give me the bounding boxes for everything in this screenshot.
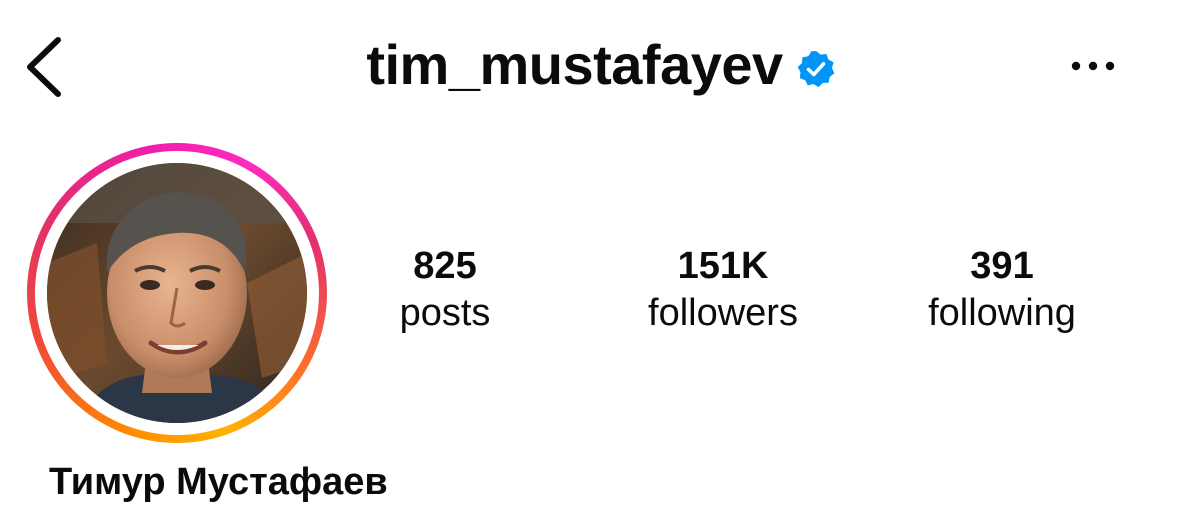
- username-title[interactable]: tim_mustafayev: [366, 37, 834, 99]
- following-stat[interactable]: 391 following: [882, 244, 1122, 338]
- chevron-left-icon: [27, 37, 61, 97]
- profile-full-name: Тимур Мустафаев: [49, 461, 388, 503]
- more-horizontal-icon: [1071, 61, 1115, 71]
- verified-badge-icon: [797, 50, 835, 88]
- back-button[interactable]: [22, 34, 68, 100]
- following-count: 391: [970, 245, 1034, 287]
- followers-label: followers: [648, 292, 798, 334]
- username: tim_mustafayev: [366, 33, 783, 96]
- followers-stat[interactable]: 151K followers: [603, 244, 843, 338]
- followers-count: 151K: [677, 245, 769, 287]
- avatar: [47, 163, 307, 423]
- posts-count: 825: [413, 245, 477, 287]
- following-label: following: [928, 292, 1076, 334]
- more-options-button[interactable]: [1068, 52, 1124, 80]
- posts-label: posts: [399, 292, 491, 334]
- posts-stat[interactable]: 825 posts: [325, 244, 565, 338]
- header-title-area: tim_mustafayev: [0, 30, 1179, 106]
- story-ring[interactable]: [27, 143, 327, 443]
